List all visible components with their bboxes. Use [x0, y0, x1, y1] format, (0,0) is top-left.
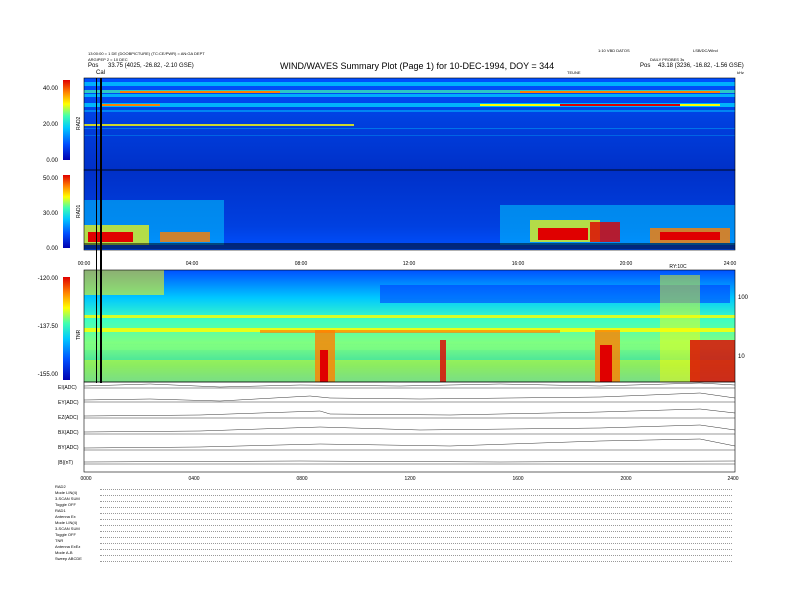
rad1-colorbar — [63, 175, 70, 248]
time-tick-6: 24:00 — [724, 261, 737, 267]
time-tick-3: 12:00 — [403, 261, 416, 267]
time2-tick-2: 0800 — [296, 476, 307, 482]
line-row-label-2: EZ(ADC) — [58, 415, 79, 421]
tnr-label: TNR — [76, 329, 82, 340]
bottom-info-2: 3-SCAN SUM — [55, 496, 80, 501]
time-tick-2: 08:00 — [295, 261, 308, 267]
time-tick-0: 00:00 — [78, 261, 91, 267]
tnr-spectrogram — [84, 270, 735, 382]
rad1-label: RAD1 — [76, 204, 82, 218]
line-row-label-1: EY(ADC) — [58, 400, 79, 406]
bottom-info-6: Mode LIN(4) — [55, 520, 78, 525]
tnr-colorbar — [63, 277, 70, 380]
rad2-tick-bottom: 0.00 — [46, 158, 58, 164]
time-tick-5: 20:00 — [620, 261, 633, 267]
rad1-spectrogram — [84, 170, 735, 250]
rad2-spectrogram — [84, 78, 735, 170]
rad1-tick-bottom: 0.00 — [46, 246, 58, 252]
time-axis-2: 0000 0400 0800 1200 1600 2000 2400 — [80, 476, 738, 482]
tnr-right-tick-100: 100 — [738, 295, 749, 301]
line-row-label-4: BY(ADC) — [58, 445, 79, 451]
time2-tick-4: 1600 — [512, 476, 523, 482]
bottom-info-7: 3-SCAN SUM — [55, 526, 80, 531]
cal-line-2 — [100, 78, 102, 383]
time-tick-1: 04:00 — [186, 261, 199, 267]
bottom-info-10: Antenna ExEz — [55, 544, 81, 549]
bottom-info-11: Mode A-B — [55, 550, 73, 555]
plot-svg: 40.00 20.00 0.00 RAD2 50.00 30.00 0.00 R… — [38, 77, 749, 482]
line-plots: EI(ADC) EY(ADC) EZ(ADC) BX(ADC) BY(ADC) … — [58, 382, 736, 466]
tnr-tick-top: -120.00 — [38, 276, 59, 282]
rad2-tick-top: 40.00 — [43, 86, 59, 92]
bottom-info-4: RAD1 — [55, 508, 66, 513]
time2-tick-6: 2400 — [727, 476, 738, 482]
bottom-info-5: Antenna Ex — [55, 514, 76, 519]
tnr-tick-mid: -137.50 — [38, 324, 59, 330]
time2-tick-3: 1200 — [404, 476, 415, 482]
cal-line-1 — [96, 78, 97, 383]
time2-tick-1: 0400 — [188, 476, 199, 482]
line-row-label-5: |B|(nT) — [58, 460, 73, 466]
bottom-info-9: TNR — [55, 538, 64, 543]
line-row-label-0: EI(ADC) — [58, 385, 77, 391]
time2-tick-0: 0000 — [80, 476, 91, 482]
bottom-info-3: Toggle OFF — [55, 502, 76, 507]
bottom-info-0: RAD2 — [55, 484, 66, 489]
bottom-info-8: Toggle OFF — [55, 532, 76, 537]
line-row-label-3: BX(ADC) — [58, 430, 79, 436]
time-axis-extra: RY:10C — [669, 264, 687, 270]
tnr-right-tick-10: 10 — [738, 354, 745, 360]
tnr-tick-bottom: -155.00 — [38, 372, 59, 378]
bottom-info-1: Mode LIN(4) — [55, 490, 78, 495]
time-axis-1: 00:00 04:00 08:00 12:00 16:00 20:00 24:0… — [78, 261, 737, 270]
rad2-label: RAD2 — [76, 116, 82, 130]
rad2-tick-mid: 20.00 — [43, 122, 59, 128]
rad2-colorbar — [63, 80, 70, 160]
bottom-info-12: Sweep ABCDE — [55, 556, 82, 561]
time2-tick-5: 2000 — [620, 476, 631, 482]
time-tick-4: 16:00 — [512, 261, 525, 267]
rad1-tick-mid: 30.00 — [43, 211, 59, 217]
rad1-tick-top: 50.00 — [43, 176, 59, 182]
